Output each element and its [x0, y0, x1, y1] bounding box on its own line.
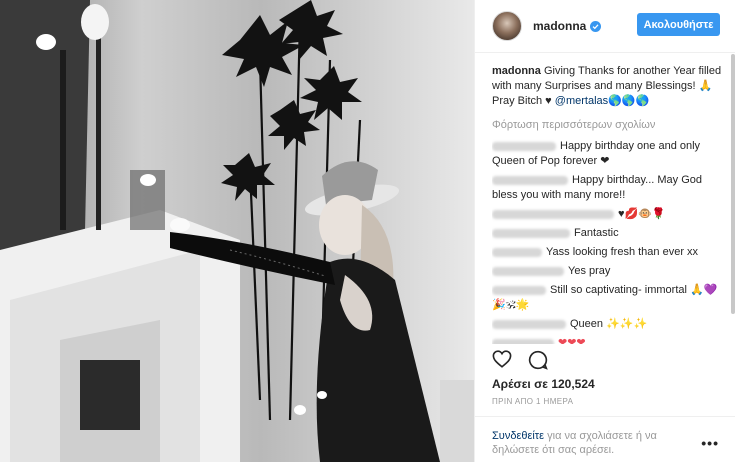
instagram-post: madonna Ακολουθήστε madonna Giving Thank…: [0, 0, 735, 462]
caption-username[interactable]: madonna: [492, 65, 541, 77]
comment-text: ♥💋🐵🌹: [618, 208, 666, 220]
comment-username-blurred[interactable]: [492, 247, 542, 257]
caption-mention[interactable]: @mertalas🌎🌎🌎: [555, 95, 649, 107]
comment-username-blurred[interactable]: [492, 319, 566, 329]
list-item: Queen ✨✨✨: [492, 317, 722, 332]
comment-username-blurred[interactable]: [492, 141, 556, 151]
login-prompt: Συνδεθείτε για να σχολιάσετε ή να δηλώσε…: [492, 429, 682, 457]
verified-badge-icon: [590, 20, 602, 32]
list-item: Happy birthday... May God bless you with…: [492, 173, 722, 203]
follow-button[interactable]: Ακολουθήστε: [637, 13, 720, 36]
likes-count[interactable]: Αρέσει σε 120,524: [492, 377, 595, 391]
comments-list: madonna Giving Thanks for another Year f…: [492, 64, 722, 344]
comment-bubble-icon[interactable]: [528, 350, 548, 370]
comments-scrollbar[interactable]: [731, 54, 735, 344]
comment-footer: Συνδεθείτε για να σχολιάσετε ή να δηλώσε…: [475, 416, 735, 462]
post-header: madonna Ακολουθήστε: [475, 0, 735, 53]
list-item: Still so captivating- immortal 🙏💜🎉🕉🌟: [492, 283, 722, 313]
comment-text: Fantastic: [574, 227, 619, 239]
comment-text: Yes pray: [568, 265, 611, 277]
more-options-icon[interactable]: •••: [701, 436, 719, 450]
comment-username-blurred[interactable]: [492, 209, 614, 219]
list-item: Fantastic: [492, 226, 722, 241]
comment-text: ❤❤❤: [558, 337, 586, 344]
scrollbar-thumb[interactable]: [731, 54, 735, 314]
heart-outline-icon[interactable]: [492, 350, 512, 370]
post-photo-illustration: [0, 0, 474, 462]
avatar[interactable]: [492, 11, 522, 41]
list-item: Yass looking fresh than ever xx: [492, 245, 722, 260]
list-item: ❤❤❤: [492, 336, 722, 344]
load-more-comments-link[interactable]: Φόρτωση περισσότερων σχολίων: [492, 118, 722, 133]
post-timestamp: ΠΡΙΝ ΑΠΟ 1 ΗΜΕΡΑ: [492, 397, 574, 406]
comment-username-blurred[interactable]: [492, 338, 554, 344]
post-photo[interactable]: [0, 0, 474, 462]
list-item: Happy birthday one and only Queen of Pop…: [492, 139, 722, 169]
comment-username-blurred[interactable]: [492, 228, 570, 238]
comment-username-blurred[interactable]: [492, 285, 546, 295]
login-link[interactable]: Συνδεθείτε: [492, 430, 544, 442]
comment-username-blurred[interactable]: [492, 175, 568, 185]
post-sidebar: madonna Ακολουθήστε madonna Giving Thank…: [474, 0, 735, 462]
username-link[interactable]: madonna: [533, 19, 586, 33]
post-caption: madonna Giving Thanks for another Year f…: [492, 64, 722, 109]
comment-username-blurred[interactable]: [492, 266, 564, 276]
action-bar: [492, 350, 548, 370]
list-item: ♥💋🐵🌹: [492, 207, 722, 222]
comment-text: Queen ✨✨✨: [570, 318, 648, 330]
list-item: Yes pray: [492, 264, 722, 279]
comment-text: Yass looking fresh than ever xx: [546, 246, 699, 258]
